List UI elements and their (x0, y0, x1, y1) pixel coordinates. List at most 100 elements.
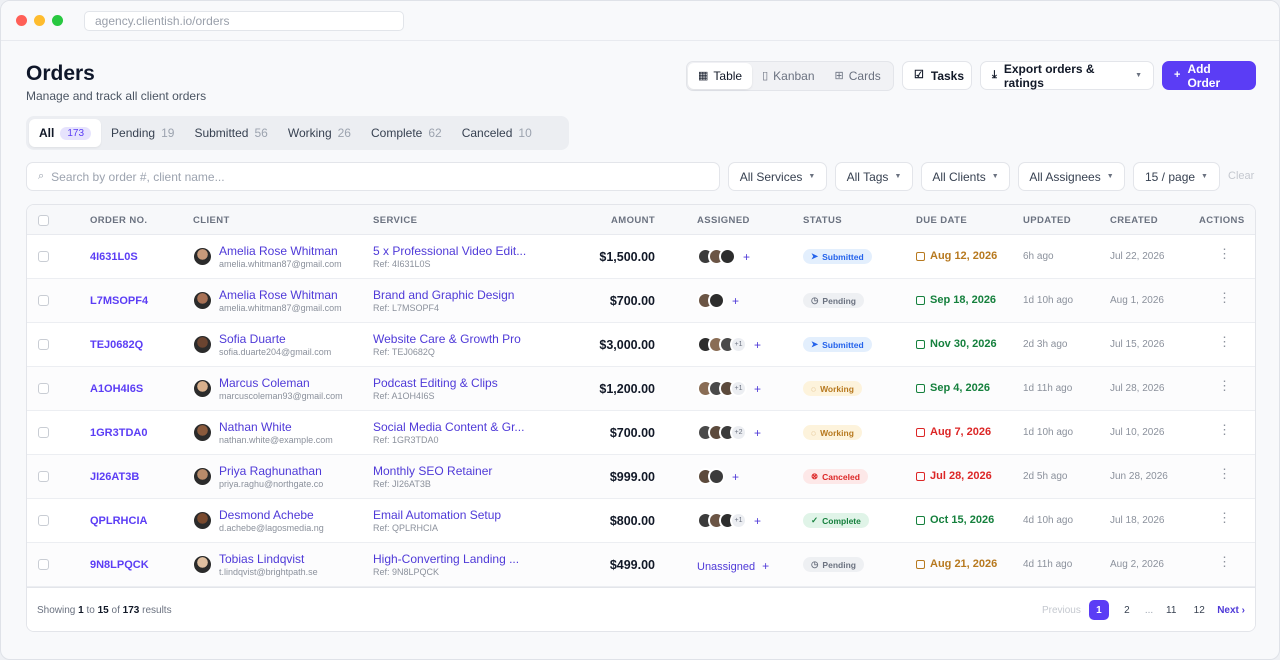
assignee-avatar[interactable] (708, 468, 725, 485)
tab-all[interactable]: All 173 (29, 119, 102, 147)
view-table-button[interactable]: ▦ Table (688, 63, 753, 89)
select-all-checkbox[interactable] (38, 215, 49, 226)
client-name-link[interactable]: Desmond Achebe (219, 508, 314, 522)
add-assignee-icon[interactable]: + (762, 559, 769, 573)
column-header-order[interactable]: ORDER NO. (90, 215, 147, 226)
status-badge[interactable]: ➤ Submitted (803, 337, 872, 352)
column-header-status[interactable]: STATUS (803, 215, 842, 226)
order-number-link[interactable]: QPLRHCIA (90, 515, 147, 527)
maximize-window-button[interactable] (52, 15, 63, 26)
table-row[interactable]: QPLRHCIA Desmond Achebe d.achebe@lagosmedi… (27, 499, 1255, 543)
tab-canceled[interactable]: Canceled 10 (452, 119, 542, 147)
assignee-avatar[interactable] (708, 292, 725, 309)
row-checkbox[interactable] (38, 251, 49, 262)
row-checkbox[interactable] (38, 339, 49, 350)
service-link[interactable]: Email Automation Setup (373, 508, 501, 522)
client-name-link[interactable]: Priya Raghunathan (219, 464, 322, 478)
services-filter[interactable]: All Services ▼ (728, 162, 827, 191)
row-checkbox[interactable] (38, 559, 49, 570)
per-page-select[interactable]: 15 / page ▼ (1133, 162, 1220, 191)
more-actions-icon[interactable]: ⋮ (1218, 247, 1231, 260)
status-badge[interactable]: ◷ Pending (803, 557, 864, 572)
row-checkbox[interactable] (38, 427, 49, 438)
more-actions-icon[interactable]: ⋮ (1218, 335, 1231, 348)
more-assignees-badge[interactable]: +1 (730, 512, 747, 529)
row-checkbox[interactable] (38, 383, 49, 394)
service-link[interactable]: 5 x Professional Video Edit... (373, 244, 526, 258)
page-button-11[interactable]: 11 (1161, 600, 1181, 620)
order-number-link[interactable]: TEJ0682Q (90, 339, 143, 351)
service-link[interactable]: Social Media Content & Gr... (373, 420, 524, 434)
table-row[interactable]: 1GR3TDA0 Nathan White nathan.white@example… (27, 411, 1255, 455)
column-header-created[interactable]: CREATED (1110, 215, 1158, 226)
client-name-link[interactable]: Marcus Coleman (219, 376, 310, 390)
minimize-window-button[interactable] (34, 15, 45, 26)
row-checkbox[interactable] (38, 515, 49, 526)
status-badge[interactable]: ◌ Working (803, 381, 862, 396)
previous-page-button[interactable]: Previous (1042, 605, 1081, 616)
table-row[interactable]: JI26AT3B Priya Raghunathan priya.raghu@nor… (27, 455, 1255, 499)
tasks-button[interactable]: ☑ Tasks (902, 61, 972, 90)
add-assignee-icon[interactable]: + (732, 294, 739, 308)
add-assignee-icon[interactable]: + (732, 470, 739, 484)
tab-working[interactable]: Working 26 (278, 119, 361, 147)
row-checkbox[interactable] (38, 295, 49, 306)
client-name-link[interactable]: Sofia Duarte (219, 332, 286, 346)
tags-filter[interactable]: All Tags ▼ (835, 162, 913, 191)
table-row[interactable]: TEJ0682Q Sofia Duarte sofia.duarte204@gmai… (27, 323, 1255, 367)
clients-filter[interactable]: All Clients ▼ (921, 162, 1010, 191)
address-bar[interactable]: agency.clientish.io/orders (84, 11, 404, 31)
more-assignees-badge[interactable]: +1 (730, 380, 747, 397)
service-link[interactable]: Monthly SEO Retainer (373, 464, 492, 478)
status-badge[interactable]: ⊗ Canceled (803, 469, 868, 484)
service-link[interactable]: Website Care & Growth Pro (373, 332, 521, 346)
client-name-link[interactable]: Nathan White (219, 420, 292, 434)
add-assignee-icon[interactable]: + (754, 382, 761, 396)
add-assignee-icon[interactable]: + (743, 250, 750, 264)
page-button-12[interactable]: 12 (1189, 600, 1209, 620)
view-kanban-button[interactable]: ▯ Kanban (752, 63, 824, 89)
order-number-link[interactable]: 9N8LPQCK (90, 559, 149, 571)
tab-pending[interactable]: Pending 19 (101, 119, 184, 147)
close-window-button[interactable] (16, 15, 27, 26)
assignees-filter[interactable]: All Assignees ▼ (1018, 162, 1125, 191)
table-row[interactable]: 9N8LPQCK Tobias Lindqvist t.lindqvist@brig… (27, 543, 1255, 587)
client-name-link[interactable]: Amelia Rose Whitman (219, 244, 338, 258)
more-actions-icon[interactable]: ⋮ (1218, 379, 1231, 392)
column-header-due-date[interactable]: DUE DATE (916, 215, 967, 226)
column-header-assigned[interactable]: ASSIGNED (697, 215, 750, 226)
order-number-link[interactable]: JI26AT3B (90, 471, 139, 483)
order-number-link[interactable]: 1GR3TDA0 (90, 427, 147, 439)
more-actions-icon[interactable]: ⋮ (1218, 423, 1231, 436)
assignee-avatar[interactable] (719, 248, 736, 265)
table-row[interactable]: 4I631L0S Amelia Rose Whitman amelia.whitma… (27, 235, 1255, 279)
row-checkbox[interactable] (38, 471, 49, 482)
service-link[interactable]: Podcast Editing & Clips (373, 376, 498, 390)
table-row[interactable]: L7MSOPF4 Amelia Rose Whitman amelia.whitma… (27, 279, 1255, 323)
status-badge[interactable]: ◌ Working (803, 425, 862, 440)
more-actions-icon[interactable]: ⋮ (1218, 511, 1231, 524)
service-link[interactable]: Brand and Graphic Design (373, 288, 514, 302)
page-button-1[interactable]: 1 (1088, 600, 1109, 620)
status-badge[interactable]: ◷ Pending (803, 293, 864, 308)
more-actions-icon[interactable]: ⋮ (1218, 467, 1231, 480)
page-button-2[interactable]: 2 (1117, 600, 1137, 620)
more-actions-icon[interactable]: ⋮ (1218, 555, 1231, 568)
order-number-link[interactable]: L7MSOPF4 (90, 295, 148, 307)
service-link[interactable]: High-Converting Landing ... (373, 552, 519, 566)
client-name-link[interactable]: Amelia Rose Whitman (219, 288, 338, 302)
more-assignees-badge[interactable]: +2 (730, 424, 747, 441)
status-badge[interactable]: ➤ Submitted (803, 249, 872, 264)
more-actions-icon[interactable]: ⋮ (1218, 291, 1231, 304)
unassigned-label[interactable]: Unassigned (697, 561, 755, 573)
more-assignees-badge[interactable]: +1 (730, 336, 747, 353)
view-cards-button[interactable]: ⊞ Cards (825, 63, 891, 89)
status-badge[interactable]: ✓ Complete (803, 513, 869, 528)
column-header-client[interactable]: CLIENT (193, 215, 230, 226)
table-row[interactable]: A1OH4I6S Marcus Coleman marcuscoleman93@gm… (27, 367, 1255, 411)
add-assignee-icon[interactable]: + (754, 514, 761, 528)
tab-complete[interactable]: Complete 62 (361, 119, 452, 147)
column-header-service[interactable]: SERVICE (373, 215, 417, 226)
search-input[interactable]: ⌕ Search by order #, client name... (26, 162, 720, 191)
column-header-amount[interactable]: AMOUNT (611, 215, 655, 226)
